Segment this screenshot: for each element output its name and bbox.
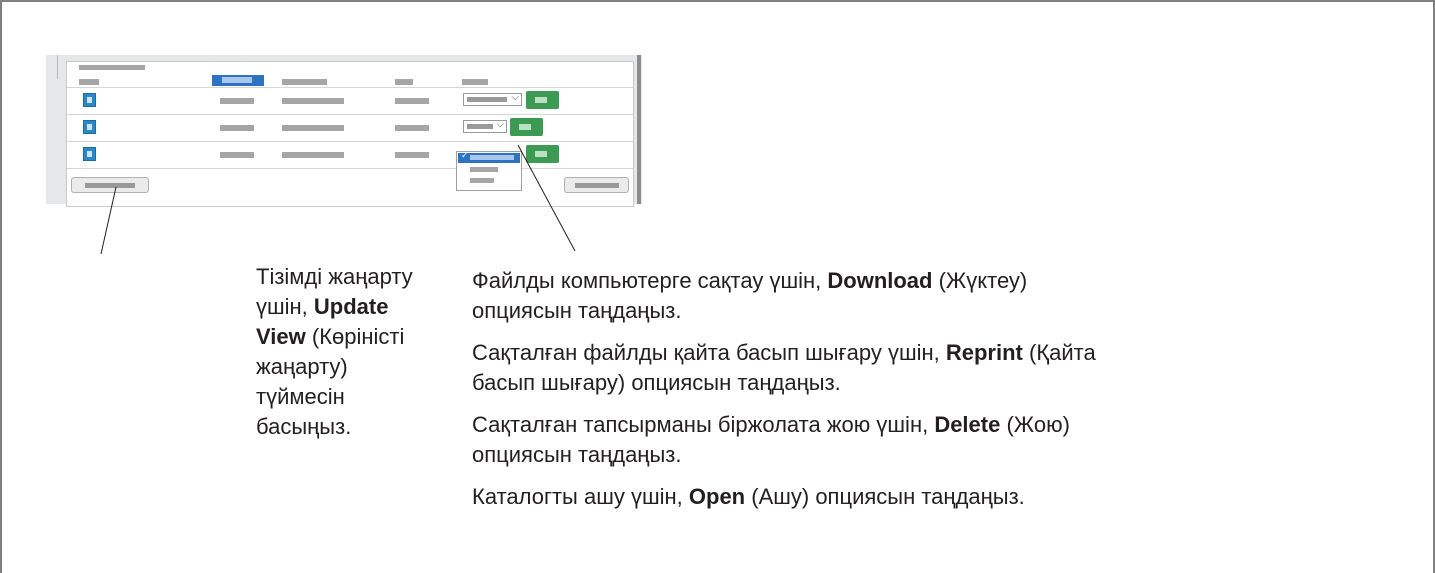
caption-text: Файлды компьютерге сақтау үшін, (472, 268, 828, 293)
caption-bold: Download (827, 268, 933, 293)
caption-text: Сақталған тапсырманы біржолата жою үшін, (472, 412, 935, 437)
caption-bold: Reprint (945, 340, 1023, 365)
caption-bold: Delete (934, 412, 1001, 437)
update-view-caption: Тізімді жаңарту үшін, Update View (Көрін… (256, 262, 432, 442)
caption-bold: Open (688, 484, 746, 509)
download-caption: Файлды компьютерге сақтау үшін, Download… (472, 266, 1122, 326)
action-captions: Файлды компьютерге сақтау үшін, Download… (472, 266, 1122, 512)
caption-text: Каталогты ашу үшін, (472, 484, 689, 509)
reprint-caption: Сақталған файлды қайта басып шығару үшін… (472, 338, 1122, 398)
open-caption: Каталогты ашу үшін, Open (Ашу) опциясын … (472, 482, 1122, 512)
delete-caption: Сақталған тапсырманы біржолата жою үшін,… (472, 410, 1122, 470)
leader-line-action-dropdown (517, 144, 576, 252)
caption-text: Сақталған файлды қайта басып шығару үшін… (472, 340, 946, 365)
leader-line-update-view (100, 186, 117, 255)
caption-text: (Ашу) опциясын таңдаңыз. (745, 484, 1025, 509)
